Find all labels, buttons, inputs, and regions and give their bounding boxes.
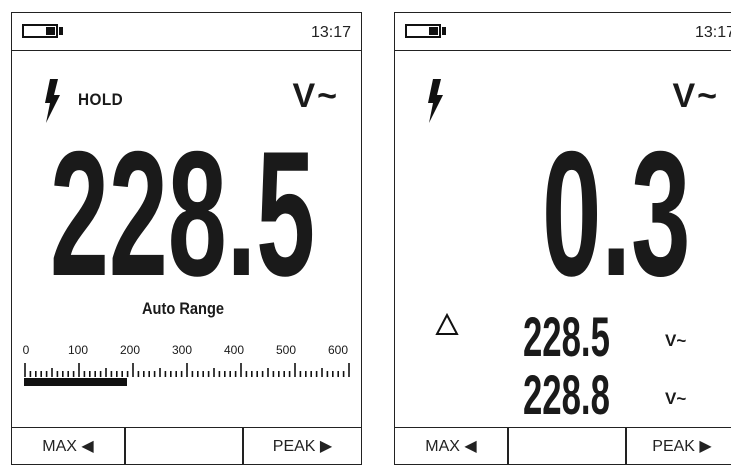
main-reading: 228.5 [50,114,316,313]
sub-unit-1: V~ [665,331,687,350]
battery-icon [22,24,63,38]
scale-label: 300 [171,343,193,357]
scale-label: 500 [275,343,297,357]
range-mode-label: Auto Range [142,299,225,318]
scale-label: 400 [223,343,245,357]
blank-softkey[interactable] [509,428,625,464]
scale-label: 200 [119,343,141,357]
meter-display-left: 13:17 HOLD V~ 228.5 Auto Range 0 100 200… [11,12,362,465]
lightning-bolt-icon [428,79,443,123]
unit-indicator: V~ [672,77,719,115]
softkey-bar: MAX ◀ PEAK ▶ [395,427,731,464]
peak-softkey[interactable]: PEAK ▶ [627,428,731,464]
bargraph-scale: 0 100 200 300 400 500 600 [12,343,361,359]
status-bar: 13:17 [395,13,731,51]
sub-unit-2: V~ [665,389,687,408]
bargraph-fill [24,378,128,386]
peak-softkey[interactable]: PEAK ▶ [244,428,361,464]
sub-reading-1: 228.5 [523,305,610,368]
meter-display-right: 13:17 V~ 0.3 228.5 V~ 228.8 V~ MAX ◀ PEA… [394,12,731,465]
hold-indicator: HOLD [78,90,124,109]
scale-label: 100 [67,343,89,357]
max-softkey[interactable]: MAX ◀ [395,428,507,464]
battery-icon [405,24,446,38]
status-bar: 13:17 [12,13,361,51]
blank-softkey[interactable] [126,428,242,464]
clock: 13:17 [694,24,731,41]
scale-label: 600 [327,343,349,357]
unit-indicator: V~ [292,77,339,115]
clock: 13:17 [310,24,351,41]
max-softkey[interactable]: MAX ◀ [12,428,124,464]
sub-reading-2: 228.8 [523,363,610,426]
scale-label: 0 [22,343,30,357]
softkey-bar: MAX ◀ PEAK ▶ [12,427,361,464]
delta-icon [435,313,459,335]
main-reading: 0.3 [542,114,691,313]
